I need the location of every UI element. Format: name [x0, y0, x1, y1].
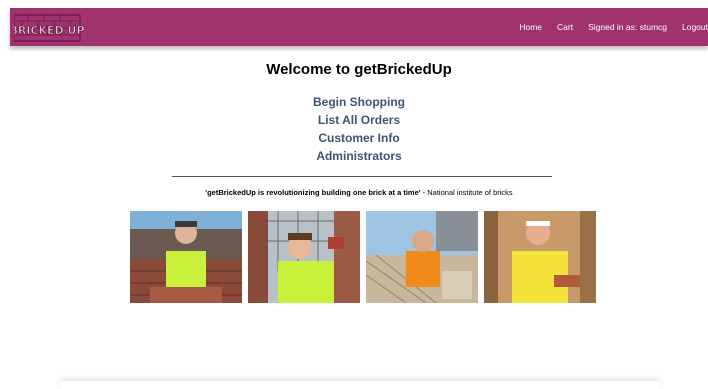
brand-logo[interactable]: BRICKED UP	[9, 11, 85, 44]
nav-links: Home Cart Signed in as: stumcg Logout	[519, 8, 708, 46]
list-orders-link[interactable]: List All Orders	[10, 111, 708, 129]
nav-home-link[interactable]: Home	[519, 22, 542, 32]
customer-info-link[interactable]: Customer Info	[10, 129, 708, 147]
footer	[60, 381, 660, 389]
signed-in-user-link[interactable]: Signed in as: stumcg	[588, 22, 667, 32]
quote-source: - National institute of bricks	[420, 188, 513, 197]
administrators-link[interactable]: Administrators	[10, 147, 708, 165]
navbar: BRICKED UP Home Cart Signed in as: stumc…	[9, 8, 708, 46]
logo-text: BRICKED UP	[14, 24, 84, 37]
bricklayer-photo	[248, 211, 360, 303]
page-title: Welcome to getBrickedUp	[266, 61, 452, 78]
photo-gallery	[130, 211, 596, 303]
bricklayer-photo	[130, 211, 242, 303]
quote: 'getBrickedUp is revolutionizing buildin…	[10, 188, 708, 197]
nav-logout-link[interactable]: Logout	[682, 22, 708, 32]
bricklayer-photo	[366, 211, 478, 303]
bricklayer-photo	[484, 211, 596, 303]
divider	[172, 176, 552, 177]
main-menu: Begin Shopping List All Orders Customer …	[10, 93, 708, 165]
begin-shopping-link[interactable]: Begin Shopping	[10, 93, 708, 111]
quote-text: 'getBrickedUp is revolutionizing buildin…	[205, 188, 421, 197]
nav-cart-link[interactable]: Cart	[557, 22, 573, 32]
